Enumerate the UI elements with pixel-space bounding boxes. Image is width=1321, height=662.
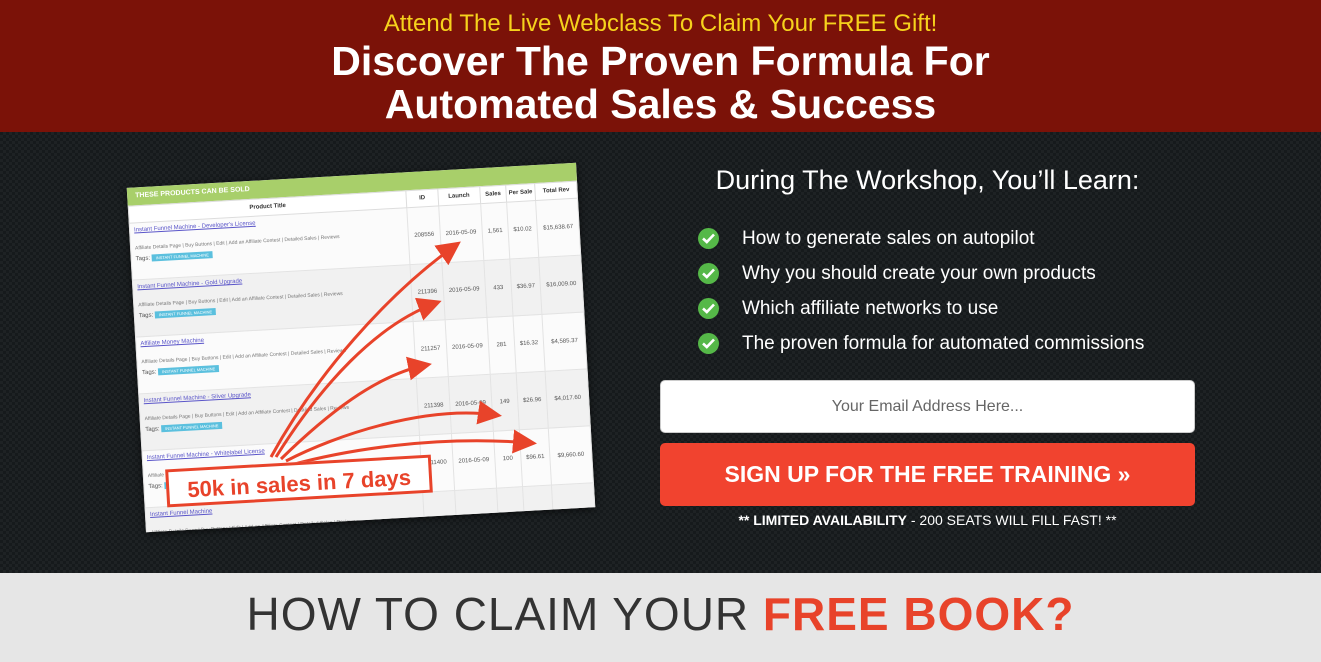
cell-total: $16,009.00 bbox=[538, 255, 584, 315]
availability-notice: ** LIMITED AVAILABILITY - 200 SEATS WILL… bbox=[738, 512, 1117, 528]
benefit-list: How to generate sales on autopilot Why y… bbox=[698, 221, 1195, 361]
cell-sales: 100 bbox=[493, 429, 523, 489]
cell-total: $9,660.60 bbox=[548, 425, 594, 486]
cell-sales: 45 bbox=[496, 486, 526, 533]
benefit-text: Why you should create your own products bbox=[742, 263, 1096, 284]
cell-id: 208556 bbox=[407, 205, 442, 265]
tag-badge: INSTANT FUNNEL MACHINE bbox=[157, 364, 220, 376]
cell-launch: 2016-05-09 bbox=[447, 374, 494, 434]
cell-id: 216658 bbox=[423, 490, 458, 533]
cell-sales: 1,561 bbox=[480, 202, 510, 261]
cell-per-sale: $16.32 bbox=[512, 314, 546, 373]
benefit-text: The proven formula for automated commiss… bbox=[742, 333, 1145, 354]
claim-book-heading: HOW TO CLAIM YOUR FREE BOOK? bbox=[0, 573, 1321, 662]
cell-total: $15,638.67 bbox=[535, 198, 581, 258]
benefit-text: Which affiliate networks to use bbox=[742, 298, 999, 319]
cell-id: 211257 bbox=[413, 319, 448, 379]
pre-title: Attend The Live Webclass To Claim Your F… bbox=[383, 10, 938, 37]
cell-launch: 2016-05-09 bbox=[441, 260, 488, 320]
cell-sales: 433 bbox=[483, 259, 513, 318]
hero-section: THESE PRODUCTS CAN BE SOLD Product Title… bbox=[0, 132, 1321, 573]
benefit-item: How to generate sales on autopilot bbox=[698, 221, 1195, 256]
cell-per-sale: $7.96 bbox=[522, 485, 555, 533]
header-banner: Attend The Live Webclass To Claim Your F… bbox=[0, 0, 1321, 132]
cell-per-sale: $10.02 bbox=[506, 200, 539, 260]
email-input[interactable] bbox=[660, 380, 1195, 433]
cell-total: $358.28 bbox=[551, 482, 596, 533]
tags-label: Tags: bbox=[145, 426, 160, 434]
cell-launch: 2016-05-09 bbox=[438, 203, 484, 263]
cell-launch: 2016-05-09 bbox=[450, 431, 497, 491]
check-icon bbox=[698, 333, 719, 354]
tags-label: Tags: bbox=[138, 312, 154, 320]
cell-launch: 2016-05-09 bbox=[454, 488, 500, 533]
benefit-item: Which affiliate networks to use bbox=[698, 291, 1195, 326]
col-per-sale: Per Sale bbox=[505, 183, 536, 203]
benefit-item: The proven formula for automated commiss… bbox=[698, 326, 1195, 361]
free-book-highlight: FREE BOOK? bbox=[762, 588, 1075, 640]
claim-text: HOW TO CLAIM YOUR bbox=[246, 588, 763, 640]
tag-badge: INSTANT FUNNEL MACHINE bbox=[151, 251, 214, 262]
signup-panel: During The Workshop, You’ll Learn: How t… bbox=[660, 162, 1195, 530]
signup-button[interactable]: SIGN UP FOR THE FREE TRAINING » bbox=[660, 443, 1195, 506]
tags-label: Tags: bbox=[148, 483, 163, 491]
learn-heading: During The Workshop, You’ll Learn: bbox=[715, 165, 1140, 195]
col-sales: Sales bbox=[479, 185, 507, 204]
cell-sales: 149 bbox=[490, 372, 520, 432]
tag-badge: INSTANT FUNNEL MACHINE bbox=[154, 308, 217, 319]
tag-badge: INSTANT FUNNEL MACHINE bbox=[161, 421, 223, 433]
cell-total: $4,585.37 bbox=[542, 312, 588, 372]
cell-id: 211398 bbox=[416, 376, 451, 436]
tags-label: Tags: bbox=[141, 369, 157, 377]
check-icon bbox=[698, 298, 719, 319]
row-links: Affiliate Details Page | Buy Buttons | E… bbox=[150, 518, 356, 533]
cell-per-sale: $96.61 bbox=[519, 428, 552, 487]
cell-total: $4,017.60 bbox=[545, 368, 591, 429]
col-id: ID bbox=[406, 188, 439, 208]
check-icon bbox=[698, 263, 719, 284]
benefit-text: How to generate sales on autopilot bbox=[742, 228, 1035, 249]
main-title-line2: Automated Sales & Success bbox=[384, 81, 937, 127]
benefit-item: Why you should create your own products bbox=[698, 256, 1195, 291]
cell-sales: 281 bbox=[487, 315, 516, 375]
check-icon bbox=[698, 228, 719, 249]
cell-id: 211396 bbox=[410, 262, 445, 322]
main-title-line1: Discover The Proven Formula For bbox=[331, 38, 990, 84]
tags-label: Tags: bbox=[135, 255, 151, 263]
cell-launch: 2016-05-09 bbox=[444, 317, 491, 377]
cell-per-sale: $36.97 bbox=[509, 257, 543, 316]
cell-per-sale: $26.96 bbox=[515, 371, 549, 430]
